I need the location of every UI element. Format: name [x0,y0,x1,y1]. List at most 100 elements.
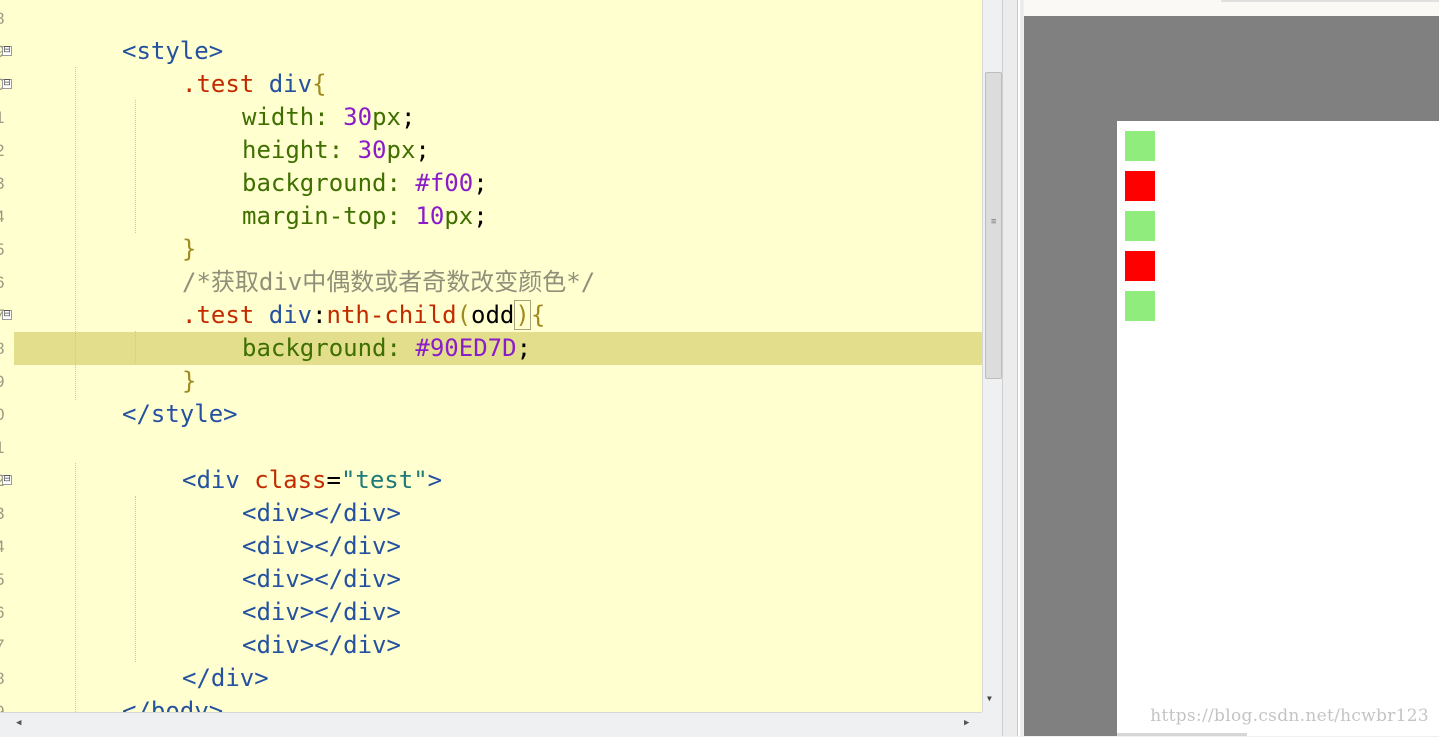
code-line[interactable]: </style> [122,398,238,431]
vertical-scrollbar[interactable]: ≡ ▼ [982,0,1003,712]
line-number: 4 [0,200,7,233]
code-line[interactable]: height: 30px; [242,134,430,167]
code-line[interactable]: <div class="test"> [182,464,442,497]
code-line[interactable]: <div></div> [242,629,401,662]
code-token: <div></div> [242,598,401,626]
code-line[interactable]: <style> [122,35,223,68]
fold-toggle-icon[interactable]: ⊟ [2,310,12,320]
vertical-scroll-thumb[interactable]: ≡ [985,72,1002,379]
code-token: px [444,202,474,230]
code-line[interactable]: } [182,365,196,398]
code-line[interactable]: <div></div> [242,497,401,530]
code-token: <div></div> [242,631,401,659]
code-token: px [386,136,416,164]
code-line[interactable]: <div></div> [242,563,401,596]
code-line[interactable]: <div></div> [242,530,401,563]
indent-guide [135,100,136,233]
line-number: 7 [0,629,7,662]
test-div-box [1125,251,1155,281]
code-token: px [372,103,401,131]
line-number: 9 [0,695,7,712]
line-number: 8 [0,662,7,695]
code-token: nth-child [326,301,457,329]
code-token: div [268,70,313,98]
line-number: 8 [0,2,7,35]
preview-page: https://blog.csdn.net/hcwbr123 [1117,121,1439,736]
code-line[interactable]: </body> [122,695,223,712]
code-token: .test [182,301,255,329]
line-number: 9 [0,365,7,398]
line-number: 6 [0,266,7,299]
code-token: <div></div> [242,565,401,593]
code-token: { [312,70,327,98]
line-number: 8 [0,332,7,365]
fold-toggle-icon[interactable]: ⊟ [2,475,12,485]
code-line[interactable]: background: #90ED7D; [242,332,531,365]
preview-toolbar-edge [1221,0,1439,2]
scroll-right-arrow-icon[interactable]: ▶ [964,718,969,728]
line-number: 2 [0,134,7,167]
code-editor[interactable]: 8901234567890123456789⊟⊟⊟⊟ <style>.test … [0,0,982,712]
test-div-box [1125,131,1155,161]
code-token: : [328,136,358,164]
test-div-box [1125,291,1155,321]
code-token: height [242,136,329,164]
code-token: /*获取div中偶数或者奇数改变颜色*/ [182,268,596,296]
line-number: 4 [0,530,7,563]
code-token: margin-top [242,202,387,230]
code-token: </body> [122,697,224,712]
code-token: : [386,202,416,230]
code-token: </style> [122,400,238,428]
code-token: ; [473,169,488,197]
code-token: = [326,466,341,494]
browser-preview: https://blog.csdn.net/hcwbr123 [1024,0,1439,736]
indent-guide [75,67,76,400]
code-line[interactable]: } [182,233,196,266]
scrollbar-corner [982,712,1002,736]
line-gutter: 8901234567890123456789⊟⊟⊟⊟ [0,0,14,712]
code-token: ) [514,300,531,330]
line-number: 6 [0,596,7,629]
code-token: ; [473,202,488,230]
code-token: : [314,103,344,131]
code-token: : [386,334,416,362]
code-token: odd [471,301,515,329]
split-divider[interactable] [1002,0,1023,736]
scroll-down-arrow-icon[interactable]: ▼ [987,694,992,703]
code-token: <div></div> [242,532,401,560]
code-token: width [242,103,315,131]
line-number: 3 [0,497,7,530]
code-line[interactable]: /*获取div中偶数或者奇数改变颜色*/ [182,266,595,299]
indent-guide [135,496,136,662]
code-line[interactable]: margin-top: 10px; [242,200,488,233]
code-line[interactable]: width: 30px; [242,101,415,134]
code-token: class [254,466,327,494]
code-token: <style> [122,37,224,65]
code-token: #f00 [415,169,474,197]
preview-toolbar [1024,0,1439,16]
line-number: 1 [0,101,7,134]
code-line[interactable]: .test div{ [182,68,327,101]
code-token: div [268,301,313,329]
code-token: .test [182,70,255,98]
code-token: background [242,169,387,197]
code-line[interactable]: .test div:nth-child(odd){ [182,299,545,332]
fold-toggle-icon[interactable]: ⊟ [2,79,12,89]
code-token: 30 [357,136,387,164]
code-token: </div> [182,664,269,692]
code-token: { [530,301,546,329]
code-token: } [182,367,197,395]
indent-guide [75,463,76,712]
code-line[interactable]: background: #f00; [242,167,488,200]
code-token: ( [456,301,472,329]
code-token: ; [516,334,532,362]
horizontal-scrollbar[interactable]: ◀ ▶ [0,712,982,737]
code-token: > [427,466,443,494]
code-line[interactable]: <div></div> [242,596,401,629]
line-number: 5 [0,563,7,596]
scroll-left-arrow-icon[interactable]: ◀ [16,718,21,728]
code-line[interactable]: </div> [182,662,269,695]
fold-toggle-icon[interactable]: ⊟ [2,46,12,56]
